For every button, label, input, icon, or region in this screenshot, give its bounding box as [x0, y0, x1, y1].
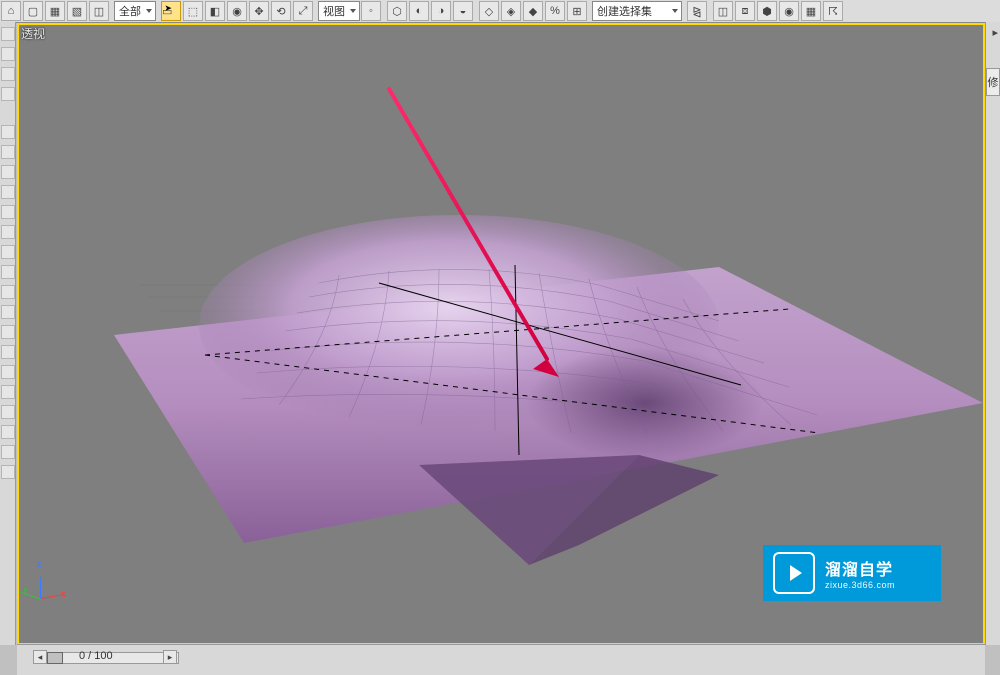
- toolbar-button[interactable]: ⧈: [735, 1, 755, 21]
- modifier-rollout-header[interactable]: 修: [986, 68, 1000, 96]
- toolbar-button[interactable]: ▢: [23, 1, 43, 21]
- left-tool-button[interactable]: [1, 385, 15, 399]
- play-icon: [773, 552, 815, 594]
- toolbar-button[interactable]: ⬚: [183, 1, 203, 21]
- snap-toggle-button[interactable]: ⊞: [567, 1, 587, 21]
- snap-toggle-button[interactable]: ◈: [501, 1, 521, 21]
- left-tool-button[interactable]: [1, 425, 15, 439]
- left-tool-button[interactable]: [1, 345, 15, 359]
- rotate-tool-button[interactable]: ⟲: [271, 1, 291, 21]
- dropdown-label: 视图: [323, 3, 345, 19]
- left-tool-button[interactable]: [1, 125, 15, 139]
- left-tool-button[interactable]: [1, 205, 15, 219]
- left-tool-button[interactable]: [1, 47, 15, 61]
- axis-x-line: [41, 594, 63, 599]
- render-button[interactable]: ☈: [823, 1, 843, 21]
- watermark-badge: 溜溜自学 zixue.3d66.com: [763, 545, 941, 601]
- timeline-track[interactable]: [47, 652, 179, 664]
- named-selection-dropdown[interactable]: 创建选择集: [592, 1, 682, 21]
- left-tool-button[interactable]: [1, 67, 15, 81]
- left-toolbar: [0, 22, 16, 645]
- move-tool-button[interactable]: ✥: [249, 1, 269, 21]
- left-tool-button[interactable]: [1, 265, 15, 279]
- toolbar-button[interactable]: ◦: [361, 1, 381, 21]
- toolbar-button[interactable]: ▧: [67, 1, 87, 21]
- left-tool-button[interactable]: [1, 245, 15, 259]
- left-tool-button[interactable]: [1, 365, 15, 379]
- axis-tripod: z y x: [27, 561, 71, 605]
- toolbar-button[interactable]: ◒: [453, 1, 473, 21]
- toolbar-button[interactable]: ⬢: [757, 1, 777, 21]
- axis-x-label: x: [61, 589, 66, 600]
- left-tool-button[interactable]: [1, 325, 15, 339]
- toolbar-button[interactable]: ⬡: [387, 1, 407, 21]
- material-editor-button[interactable]: ◉: [779, 1, 799, 21]
- left-tool-button[interactable]: [1, 87, 15, 101]
- perspective-viewport[interactable]: 透视: [17, 23, 985, 645]
- axis-z-line: [40, 577, 41, 599]
- left-tool-button[interactable]: [1, 445, 15, 459]
- left-tool-button[interactable]: [1, 27, 15, 41]
- frame-readout: 0 / 100: [79, 650, 113, 662]
- dropdown-label: 创建选择集: [597, 3, 652, 19]
- selection-filter-dropdown[interactable]: 全部: [114, 1, 156, 21]
- left-tool-button[interactable]: [1, 145, 15, 159]
- mirror-button[interactable]: ⧎: [687, 1, 707, 21]
- toolbar-button[interactable]: ▦: [801, 1, 821, 21]
- toolbar-button[interactable]: ⌂: [1, 1, 21, 21]
- timeline-prev-button[interactable]: ◂: [33, 650, 47, 664]
- toolbar-button[interactable]: ◑: [431, 1, 451, 21]
- left-tool-button[interactable]: [1, 465, 15, 479]
- left-tool-button[interactable]: [1, 405, 15, 419]
- timeline-thumb[interactable]: [47, 652, 63, 664]
- left-tool-button[interactable]: [1, 285, 15, 299]
- axis-y-label: y: [23, 585, 28, 596]
- watermark-subtitle: zixue.3d66.com: [825, 580, 895, 590]
- snap-toggle-button[interactable]: ◆: [523, 1, 543, 21]
- dropdown-label: 全部: [119, 3, 141, 19]
- left-tool-button[interactable]: [1, 305, 15, 319]
- rollout-label: 修: [988, 74, 999, 90]
- reference-coord-dropdown[interactable]: 视图: [318, 1, 360, 21]
- timeline-next-button[interactable]: ▸: [163, 650, 177, 664]
- command-panel: [985, 22, 1000, 645]
- toolbar-button[interactable]: ◐: [409, 1, 429, 21]
- top-toolbar: ⌂ ▢ ▦ ▧ ◫ 全部 ▭➤ ⬚ ◧ ◉ ✥ ⟲ ⤢ 视图 ◦ ⬡ ◐ ◑ ◒…: [0, 0, 1000, 23]
- status-bar: ◂ 0 / 100 ▸: [17, 644, 985, 675]
- toolbar-button[interactable]: ▦: [45, 1, 65, 21]
- panel-arrow-icon[interactable]: ▸: [992, 26, 998, 39]
- plane-dent-shadow: [434, 315, 774, 475]
- align-button[interactable]: ◫: [713, 1, 733, 21]
- snap-toggle-button[interactable]: ◇: [479, 1, 499, 21]
- watermark-title: 溜溜自学: [825, 556, 895, 580]
- snap-toggle-button[interactable]: %: [545, 1, 565, 21]
- left-tool-button[interactable]: [1, 225, 15, 239]
- toolbar-button[interactable]: ◧: [205, 1, 225, 21]
- toolbar-button[interactable]: ◫: [89, 1, 109, 21]
- left-tool-button[interactable]: [1, 185, 15, 199]
- toolbar-button[interactable]: ◉: [227, 1, 247, 21]
- axis-z-label: z: [37, 559, 41, 570]
- scale-tool-button[interactable]: ⤢: [293, 1, 313, 21]
- left-tool-button[interactable]: [1, 165, 15, 179]
- select-tool-button[interactable]: ▭➤: [161, 1, 181, 21]
